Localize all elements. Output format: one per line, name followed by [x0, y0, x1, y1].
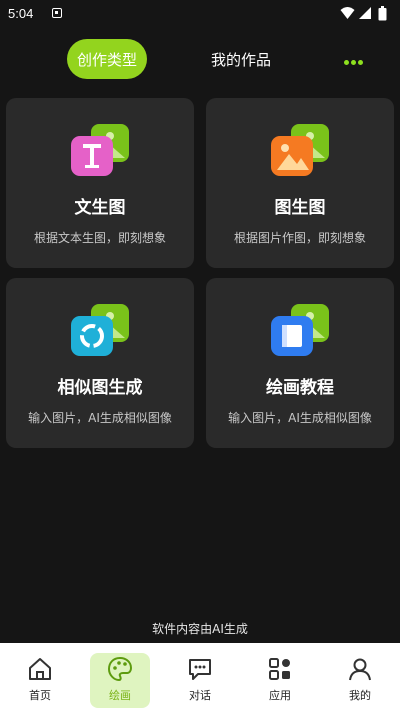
card-subtitle: 输入图片，AI生成相似图像	[228, 411, 372, 425]
top-bar: 创作类型 我的作品	[0, 36, 400, 86]
nav-label: 应用	[269, 689, 291, 702]
palette-icon	[107, 656, 133, 682]
card-similar-image[interactable]: 相似图生成 输入图片，AI生成相似图像	[6, 278, 194, 448]
apps-icon	[269, 658, 290, 680]
nav-label: 绘画	[109, 689, 131, 702]
nav-draw[interactable]: 绘画	[80, 643, 160, 710]
battery-icon	[378, 6, 387, 21]
tab-create-types[interactable]: 创作类型	[67, 39, 147, 79]
nav-profile[interactable]: 我的	[320, 643, 400, 710]
card-subtitle: 根据图片作图，即刻想象	[233, 231, 366, 245]
card-text-to-image[interactable]: 文生图 根据文本生图，即刻想象	[6, 98, 194, 268]
card-title: 相似图生成	[57, 378, 143, 398]
card-subtitle: 输入图片，AI生成相似图像	[28, 411, 172, 425]
nav-chat[interactable]: 对话	[160, 643, 240, 710]
nav-label: 对话	[189, 689, 211, 702]
status-time: 5:04	[8, 6, 34, 21]
chat-icon	[189, 659, 211, 680]
nav-home[interactable]: 首页	[0, 643, 80, 710]
nav-label: 我的	[349, 689, 371, 702]
wifi-icon	[340, 7, 355, 19]
card-drawing-tutorial[interactable]: 绘画教程 输入图片，AI生成相似图像	[206, 278, 394, 448]
card-title: 绘画教程	[266, 378, 334, 398]
tutorial-book-icon	[271, 304, 329, 356]
nav-apps[interactable]: 应用	[240, 643, 320, 710]
card-subtitle: 根据文本生图，即刻想象	[33, 231, 166, 245]
card-title: 文生图	[74, 198, 126, 218]
more-menu-icon[interactable]	[344, 50, 372, 65]
home-icon	[29, 658, 51, 680]
nav-label: 首页	[29, 689, 51, 702]
tab-my-works[interactable]: 我的作品	[200, 39, 282, 79]
signal-icon	[359, 7, 371, 19]
profile-icon	[349, 658, 371, 681]
card-image-to-image[interactable]: 图生图 根据图片作图，即刻想象	[206, 98, 394, 268]
notification-icon	[52, 8, 62, 18]
image-to-image-icon	[271, 124, 329, 176]
status-bar: 5:04	[0, 0, 400, 28]
similar-image-icon	[71, 304, 129, 356]
ai-content-notice: 软件内容由AI生成	[152, 622, 248, 636]
card-title: 图生图	[274, 198, 326, 218]
bottom-nav: 首页 绘画 对话 应用 我的	[0, 643, 400, 710]
text-to-image-icon	[71, 124, 129, 176]
